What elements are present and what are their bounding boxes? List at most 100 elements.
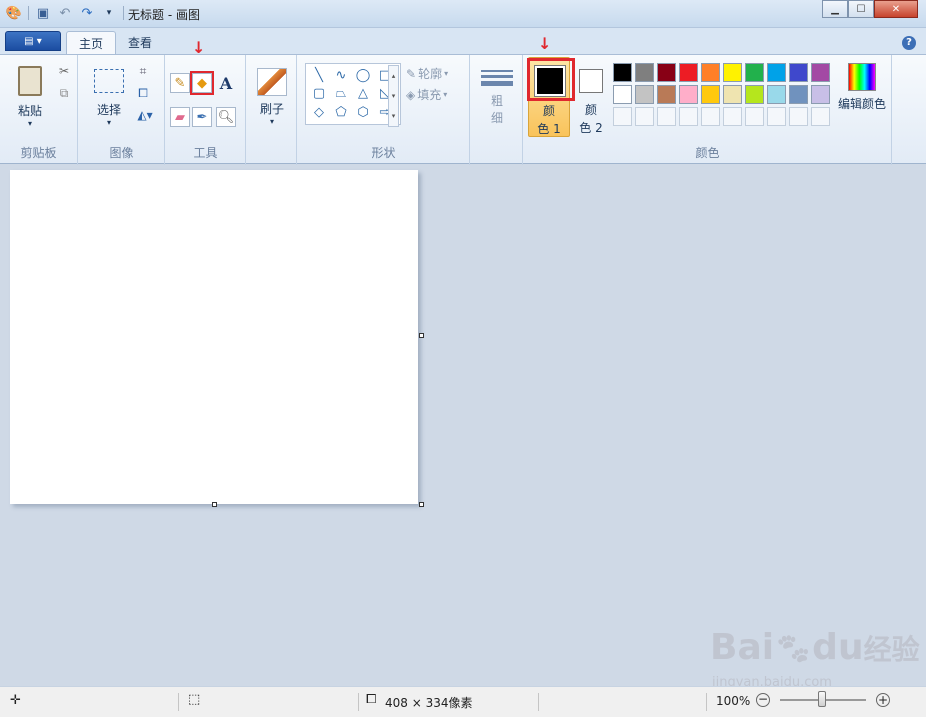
magnifier-icon[interactable]: 🔍︎ [216, 107, 236, 127]
palette-swatch[interactable] [811, 85, 830, 104]
palette-swatch[interactable] [679, 85, 698, 104]
palette-swatch[interactable] [723, 63, 742, 82]
tab-home[interactable]: 主页 [66, 31, 117, 54]
outline-button[interactable]: ✎ 轮廓 ▾ [406, 65, 448, 82]
zoom-slider-thumb[interactable] [818, 691, 826, 707]
palette-swatch[interactable] [635, 63, 654, 82]
zoom-out-icon[interactable]: − [756, 693, 770, 707]
size-button[interactable]: 粗 细 [477, 63, 517, 133]
color2-label-bottom: 色 2 [579, 121, 603, 135]
edit-colors-button[interactable]: 编辑颜色 [832, 63, 892, 123]
cut-icon[interactable]: ✂ [56, 63, 72, 79]
chevron-down-icon: ▾ [444, 69, 449, 78]
resize-handle-bottom[interactable] [212, 502, 217, 507]
palette-swatch[interactable] [613, 63, 632, 82]
palette-swatch[interactable] [657, 85, 676, 104]
fill-bucket-icon[interactable]: ◆ [190, 71, 214, 95]
save-icon[interactable]: ▣ [35, 5, 51, 21]
rotate-icon[interactable]: ◭▾ [133, 107, 157, 123]
minimize-button[interactable]: ▁ [822, 0, 848, 18]
tools-group-label: 工具 [193, 146, 218, 160]
colors-group-label: 颜色 [695, 146, 720, 160]
tab-view[interactable]: 查看 [116, 31, 164, 54]
oval-shape-icon[interactable]: ◯ [353, 67, 373, 84]
eraser-icon[interactable]: ▰ [170, 107, 190, 127]
clipboard-icon [18, 66, 42, 96]
brushes-button[interactable]: 刷子 ▾ [251, 63, 293, 131]
paint-app-icon[interactable]: 🎨 [6, 5, 22, 21]
hexagon-shape-icon[interactable]: ⬡ [353, 104, 373, 121]
ribbon-tab-row: ▤ ▾ 主页 查看 ? [0, 28, 926, 54]
image-group: 选择 ▾ ⌗ ⧠ ◭▾ 图像 [79, 55, 165, 165]
palette-swatch-empty[interactable] [635, 107, 654, 126]
palette-swatch[interactable] [745, 85, 764, 104]
pencil-icon[interactable]: ✎ [170, 73, 190, 93]
palette-swatch[interactable] [701, 63, 720, 82]
line-shape-icon[interactable]: ╲ [309, 67, 329, 84]
crop-icon[interactable]: ⌗ [135, 63, 151, 79]
resize-handle-right[interactable] [419, 333, 424, 338]
palette-swatch-empty[interactable] [723, 107, 742, 126]
color2-swatch [579, 69, 603, 93]
palette-swatch[interactable] [789, 63, 808, 82]
paste-button[interactable]: 粘贴 ▾ [8, 61, 52, 133]
palette-swatch[interactable] [767, 63, 786, 82]
palette-swatch[interactable] [613, 85, 632, 104]
selection-rect-icon [94, 69, 124, 93]
rounded-rectangle-shape-icon[interactable]: ▢ [309, 86, 329, 103]
palette-swatch[interactable] [657, 63, 676, 82]
pentagon-shape-icon[interactable]: ⬠ [331, 104, 351, 121]
select-button[interactable]: 选择 ▾ [87, 65, 131, 131]
paste-label: 粘贴 [17, 104, 42, 118]
zoom-in-icon[interactable]: + [876, 693, 890, 707]
maximize-button[interactable]: ☐ [848, 0, 874, 18]
color2-label-top: 颜 [584, 103, 597, 117]
paint-menu-button[interactable]: ▤ ▾ [5, 31, 61, 51]
palette-swatch-empty[interactable] [767, 107, 786, 126]
palette-swatch-empty[interactable] [657, 107, 676, 126]
palette-swatch[interactable] [789, 85, 808, 104]
fill-button[interactable]: ◈ 填充 ▾ [406, 86, 447, 103]
palette-swatch[interactable] [745, 63, 764, 82]
zoom-level: 100% [716, 694, 751, 708]
resize-icon[interactable]: ⧠ [135, 85, 151, 101]
copy-icon[interactable]: ⧉ [56, 85, 72, 101]
drawing-canvas[interactable] [10, 170, 418, 504]
palette-swatch-empty[interactable] [701, 107, 720, 126]
size-label-bottom: 细 [490, 111, 503, 125]
palette-swatch[interactable] [635, 85, 654, 104]
status-bar: ✛ ⬚ ⧠ 408 × 334像素 100% − + [0, 686, 926, 717]
palette-swatch[interactable] [701, 85, 720, 104]
shapes-group-label: 形状 [371, 146, 396, 160]
palette-swatch[interactable] [679, 63, 698, 82]
canvas-workspace[interactable]: Bai🐾︎du经验 jingyan.baidu.com [0, 165, 926, 690]
shapes-scroll[interactable]: ▴ ▾ ▾ [388, 65, 399, 127]
polygon-shape-icon[interactable]: ⏢ [331, 86, 351, 103]
palette-swatch-empty[interactable] [613, 107, 632, 126]
palette-swatch[interactable] [811, 63, 830, 82]
resize-handle-corner[interactable] [419, 502, 424, 507]
customize-dropdown-icon[interactable]: ▾ [101, 5, 117, 21]
color1-label-top: 颜 [542, 104, 555, 118]
ribbon: 粘贴 ▾ ✂ ⧉ 剪贴板 选择 ▾ ⌗ ⧠ ◭▾ 图像 ✎ ◆ A ▰ ✒ 🔍︎… [0, 54, 926, 165]
redo-icon[interactable]: ↷ [79, 5, 95, 21]
edit-colors-label: 编辑颜色 [837, 97, 886, 111]
undo-icon[interactable]: ↶ [57, 5, 73, 21]
palette-swatch-empty[interactable] [745, 107, 764, 126]
color2-button[interactable]: 颜 色 2 [574, 57, 614, 137]
curve-shape-icon[interactable]: ∿ [331, 67, 351, 84]
diamond-shape-icon[interactable]: ◇ [309, 104, 329, 121]
close-button[interactable]: ✕ [874, 0, 918, 18]
palette-swatch-empty[interactable] [811, 107, 830, 126]
text-tool-icon[interactable]: A [216, 73, 236, 93]
palette-swatch[interactable] [723, 85, 742, 104]
annotation-arrow-color1: ↓ [538, 34, 552, 53]
help-icon[interactable]: ? [902, 36, 916, 50]
palette-swatch[interactable] [767, 85, 786, 104]
toolbar-divider [123, 6, 124, 20]
palette-swatch-empty[interactable] [679, 107, 698, 126]
line-width-icon [481, 70, 513, 86]
palette-swatch-empty[interactable] [789, 107, 808, 126]
triangle-shape-icon[interactable]: △ [353, 86, 373, 103]
color-picker-icon[interactable]: ✒ [192, 107, 212, 127]
